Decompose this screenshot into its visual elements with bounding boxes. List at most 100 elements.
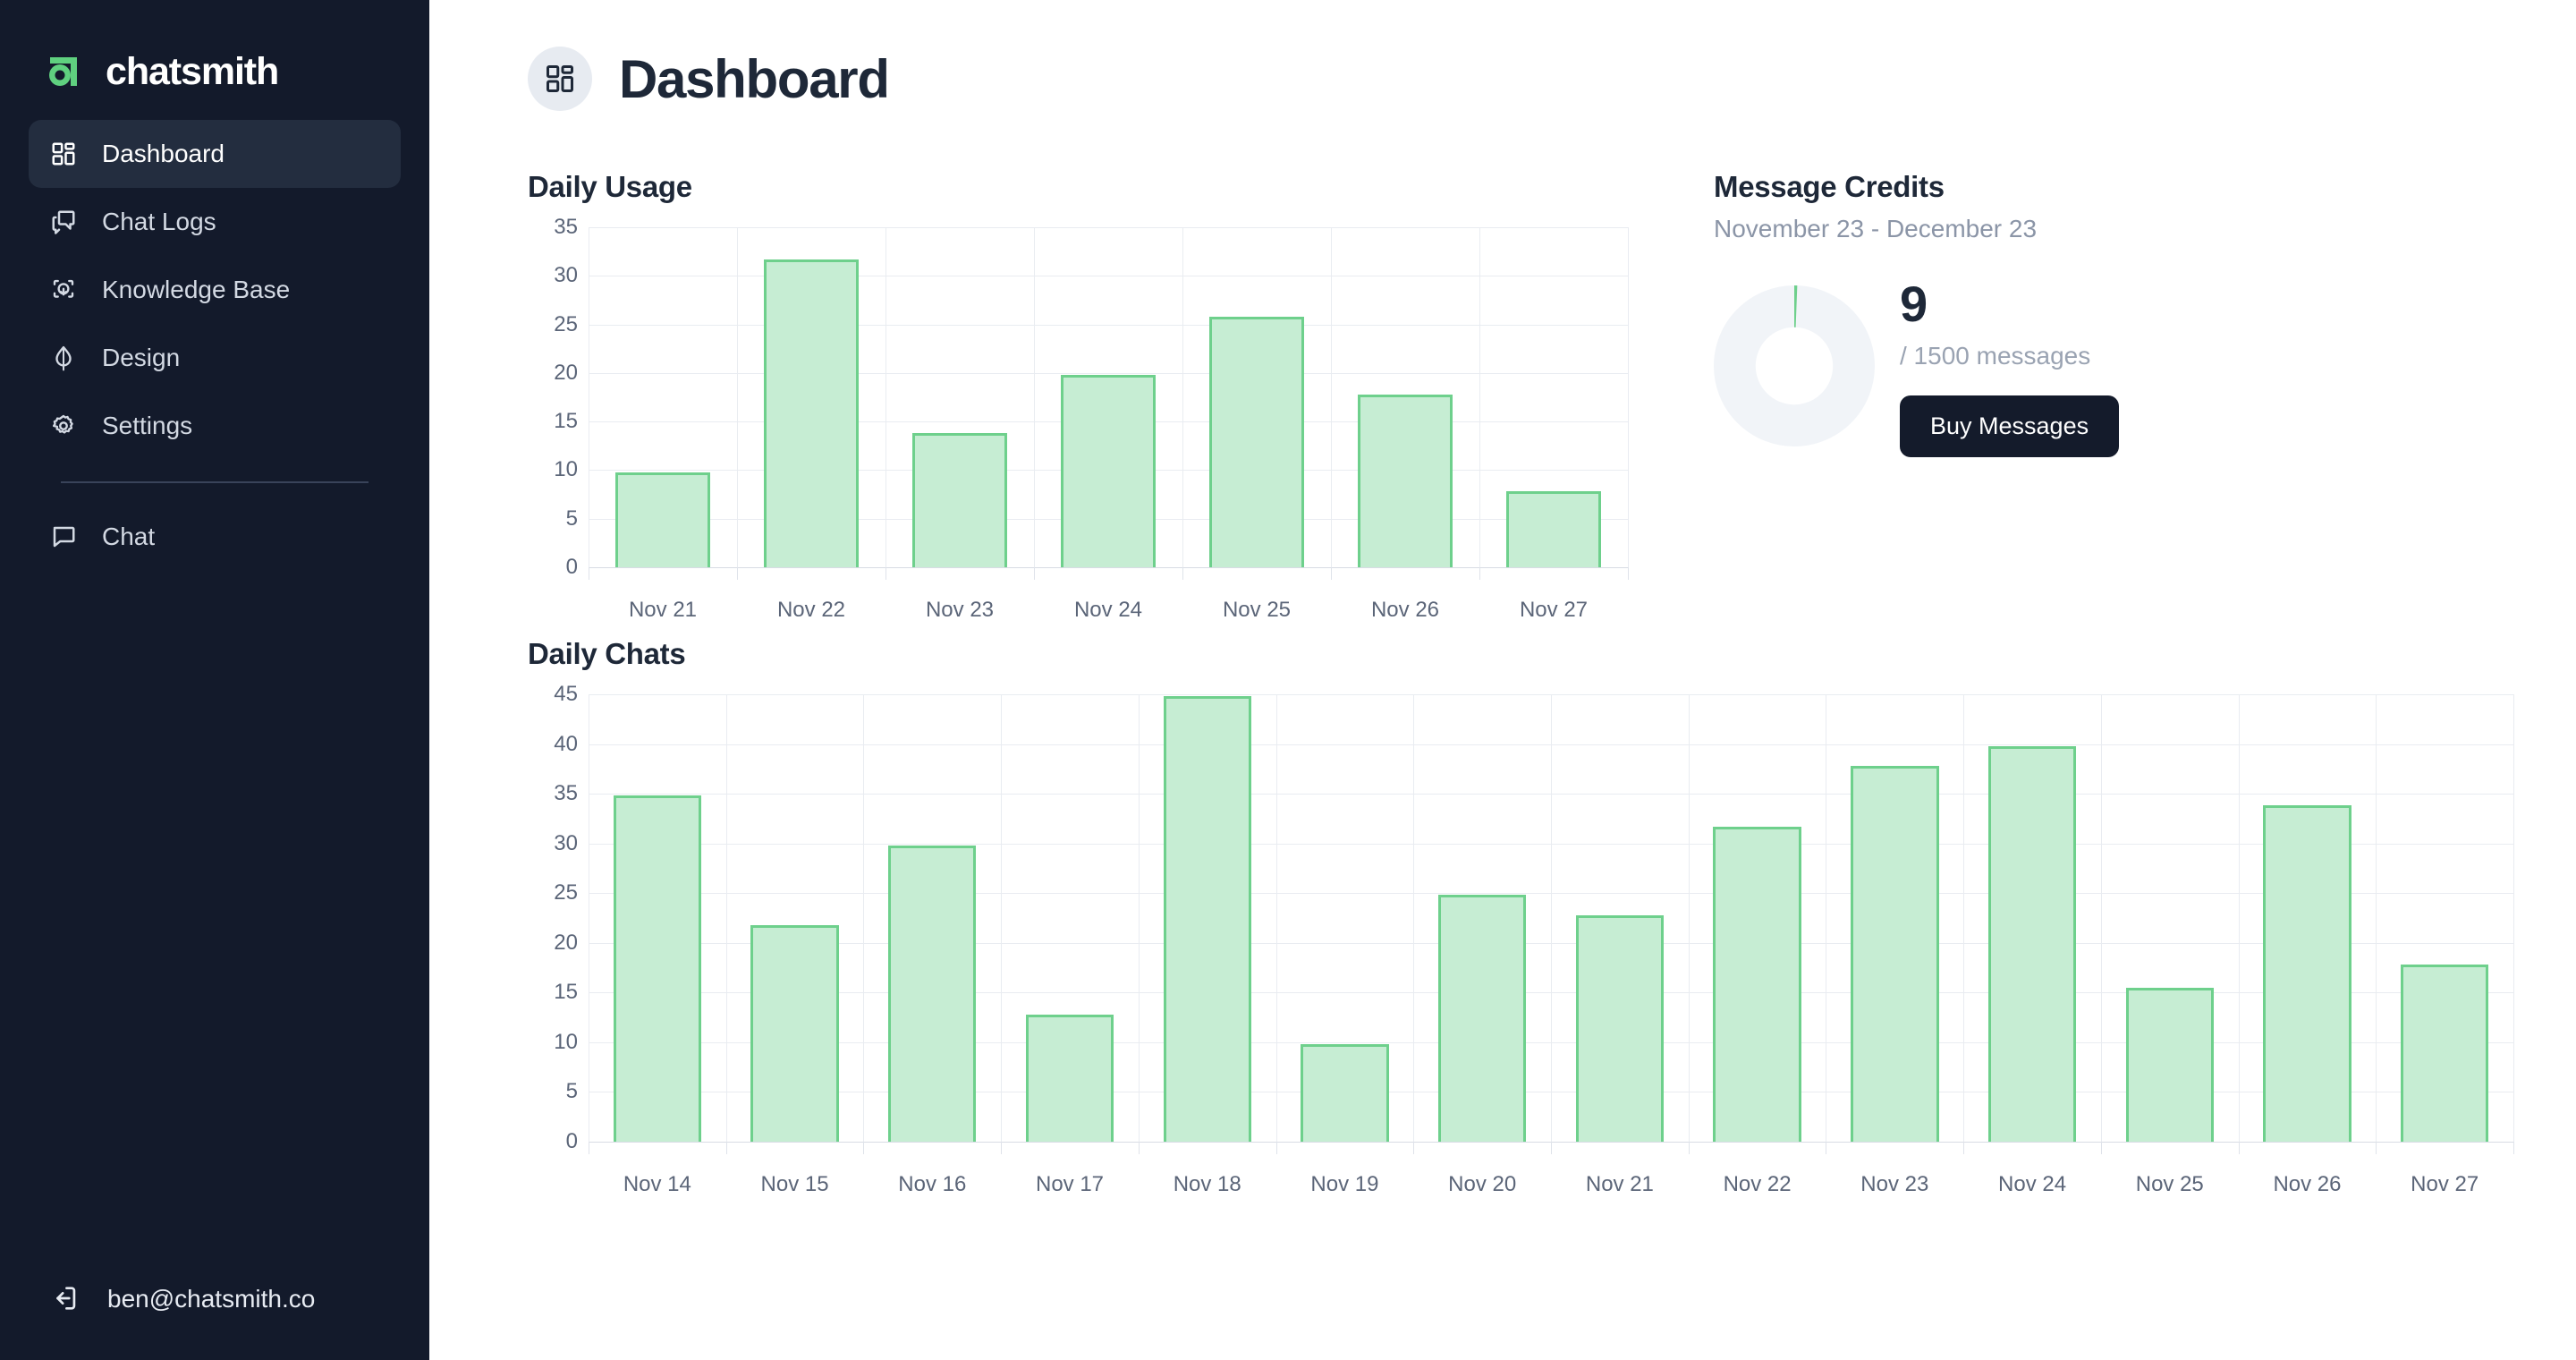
chart-bar[interactable] bbox=[2125, 987, 2214, 1142]
logout-row[interactable]: ben@chatsmith.co bbox=[0, 1274, 429, 1360]
chart-bar[interactable] bbox=[1060, 375, 1157, 567]
chart-bar[interactable] bbox=[2263, 805, 2351, 1142]
y-tick-label: 25 bbox=[554, 311, 578, 336]
bar-slot bbox=[2376, 694, 2513, 1142]
x-tick bbox=[2100, 1142, 2102, 1154]
x-tick bbox=[2513, 1142, 2514, 1154]
x-tick-label: Nov 21 bbox=[628, 598, 698, 622]
page-header: Dashboard bbox=[528, 47, 2513, 111]
sidebar-item-design[interactable]: Design bbox=[29, 324, 401, 392]
x-tick-label: Nov 26 bbox=[1370, 598, 1440, 622]
chart-bar[interactable] bbox=[614, 472, 711, 567]
bar-slot bbox=[589, 694, 726, 1142]
bar-slot bbox=[1479, 227, 1628, 567]
y-tick-label: 35 bbox=[554, 215, 578, 239]
main-content: Dashboard Daily Usage 0 5 10 15 20 25 30 35 Nov… bbox=[429, 0, 2576, 1360]
page-title: Dashboard bbox=[619, 48, 890, 109]
credits-date-range: November 23 - December 23 bbox=[1714, 215, 2038, 242]
chart-bar[interactable] bbox=[1713, 826, 1801, 1142]
bar-slot bbox=[1001, 694, 1139, 1142]
bar-slot bbox=[1034, 227, 1182, 567]
chart-bar[interactable] bbox=[1025, 1014, 1114, 1142]
x-axis-labels: Nov 14 Nov 15 Nov 16 Nov 17 Nov 18 Nov 19 Nov … bbox=[589, 1172, 2513, 1197]
bar-slot bbox=[1689, 694, 1826, 1142]
x-tick-label: Nov 26 bbox=[2273, 1172, 2342, 1196]
bar-slot bbox=[1826, 694, 1963, 1142]
y-tick-label: 15 bbox=[554, 409, 578, 434]
y-tick-label: 5 bbox=[565, 506, 578, 531]
chart-bar[interactable] bbox=[1208, 316, 1305, 567]
y-tick-label: 25 bbox=[554, 880, 578, 905]
y-tick-label: 20 bbox=[554, 360, 578, 385]
x-tick-label: Nov 17 bbox=[1035, 1172, 1105, 1196]
bar-slot bbox=[1413, 694, 1551, 1142]
y-tick-label: 30 bbox=[554, 263, 578, 288]
gridline bbox=[589, 567, 1628, 568]
bar-slot bbox=[589, 227, 737, 567]
chart-bar[interactable] bbox=[613, 795, 702, 1142]
brain-circuit-icon bbox=[48, 275, 79, 305]
buy-messages-button[interactable]: Buy Messages bbox=[1900, 395, 2120, 457]
x-tick bbox=[1551, 1142, 1552, 1154]
chart-bar[interactable] bbox=[1987, 745, 2077, 1142]
chart-bar[interactable] bbox=[1851, 766, 1939, 1142]
x-tick-label: Nov 16 bbox=[898, 1172, 967, 1196]
layout-grid-icon bbox=[528, 47, 592, 111]
chart-bar[interactable] bbox=[763, 259, 860, 567]
bar-slot bbox=[1182, 227, 1331, 567]
message-square-icon bbox=[48, 522, 79, 552]
credits-used: 9 bbox=[1900, 276, 1928, 332]
chart-bar[interactable] bbox=[1357, 394, 1453, 567]
bar-slot bbox=[1551, 694, 1689, 1142]
daily-usage-chart: 0 5 10 15 20 25 30 35 Nov 21 Nov 22 Nov 23 Nov 24 N… bbox=[528, 215, 1629, 622]
chart-bars bbox=[589, 227, 1628, 567]
bar-slot bbox=[1963, 694, 2101, 1142]
chart-bar[interactable] bbox=[1575, 914, 1665, 1142]
brand-name: chatsmith bbox=[106, 49, 279, 93]
x-tick bbox=[725, 1142, 727, 1154]
y-tick-label: 10 bbox=[554, 457, 578, 482]
x-tick-label: Nov 14 bbox=[623, 1172, 691, 1196]
x-tick bbox=[737, 567, 738, 580]
x-tick-label: Nov 24 bbox=[1998, 1172, 2067, 1196]
x-tick bbox=[1001, 1142, 1003, 1154]
x-tick bbox=[1275, 1142, 1277, 1154]
x-tick-label: Nov 20 bbox=[1448, 1172, 1517, 1196]
message-credits-title: Message Credits bbox=[1714, 170, 1945, 203]
user-email: ben@chatsmith.co bbox=[107, 1285, 316, 1313]
chart-bar[interactable] bbox=[1505, 491, 1602, 567]
y-tick-label: 0 bbox=[565, 1129, 578, 1153]
chart-bar[interactable] bbox=[1301, 1044, 1389, 1142]
y-tick-label: 30 bbox=[554, 830, 578, 855]
bar-slot bbox=[726, 694, 864, 1142]
x-tick-label: Nov 27 bbox=[2411, 1172, 2479, 1196]
daily-usage-card: Daily Usage 0 5 10 15 20 25 30 35 Nov 21 Nov 22 N… bbox=[528, 170, 1629, 622]
sidebar-item-settings[interactable]: Settings bbox=[29, 392, 401, 460]
y-tick-label: 20 bbox=[554, 930, 578, 955]
bar-slot bbox=[1276, 694, 1414, 1142]
sidebar-item-label: Chat bbox=[102, 523, 156, 550]
chart-bar[interactable] bbox=[1437, 895, 1527, 1142]
bar-slot bbox=[2239, 694, 2377, 1142]
x-axis-labels: Nov 21 Nov 22 Nov 23 Nov 24 Nov 25 Nov 26 Nov … bbox=[589, 598, 1628, 623]
sidebar-item-knowledge-base[interactable]: Knowledge Base bbox=[29, 256, 401, 324]
chart-bar[interactable] bbox=[2401, 965, 2489, 1142]
daily-usage-title: Daily Usage bbox=[528, 170, 692, 203]
sidebar-item-dashboard[interactable]: Dashboard bbox=[29, 120, 401, 188]
chart-bar[interactable] bbox=[911, 433, 1008, 567]
x-tick-label: Nov 22 bbox=[1723, 1172, 1792, 1196]
gridline-vertical bbox=[2513, 694, 2514, 1142]
daily-chats-card: Daily Chats 0 5 10 15 20 25 30 35 40 45 Nov 14 Nov… bbox=[528, 637, 2514, 1196]
sidebar-item-chat[interactable]: Chat bbox=[29, 503, 401, 571]
x-tick bbox=[2238, 1142, 2240, 1154]
chart-bar[interactable] bbox=[888, 845, 977, 1142]
credits-total: / 1500 messages bbox=[1900, 342, 2091, 370]
x-tick-label: Nov 23 bbox=[1860, 1172, 1929, 1196]
logout-icon bbox=[50, 1283, 82, 1315]
chart-bar[interactable] bbox=[1163, 696, 1251, 1142]
chart-bar[interactable] bbox=[750, 924, 839, 1142]
x-tick bbox=[1413, 1142, 1415, 1154]
sidebar-item-chat-logs[interactable]: Chat Logs bbox=[29, 188, 401, 256]
y-axis-labels: 0 5 10 15 20 25 30 35 40 45 bbox=[528, 682, 578, 1153]
